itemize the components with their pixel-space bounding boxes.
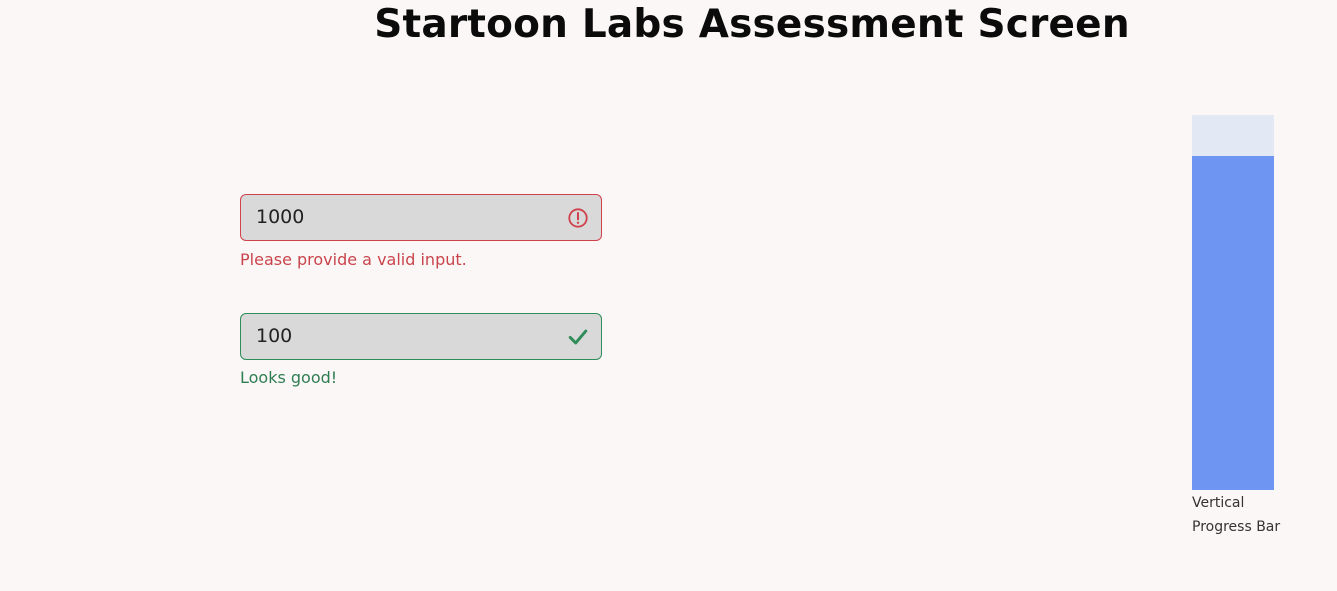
- page-title: Startoon Labs Assessment Screen: [374, 2, 1130, 47]
- invalid-feedback: Please provide a valid input.: [240, 250, 467, 269]
- progress-fill: [1192, 156, 1274, 490]
- valid-input-value: 100: [256, 325, 293, 347]
- valid-number-input[interactable]: 100: [240, 313, 602, 360]
- vertical-progress-bar: [1192, 115, 1274, 490]
- alert-circle-icon: [568, 207, 588, 228]
- check-icon: [568, 329, 588, 344]
- invalid-number-input[interactable]: 1000: [240, 194, 602, 241]
- valid-feedback: Looks good!: [240, 368, 338, 387]
- assessment-screen: Startoon Labs Assessment Screen 1000 Ple…: [0, 0, 1337, 591]
- progress-label: Vertical Progress Bar: [1192, 495, 1281, 535]
- invalid-input-value: 1000: [256, 206, 305, 228]
